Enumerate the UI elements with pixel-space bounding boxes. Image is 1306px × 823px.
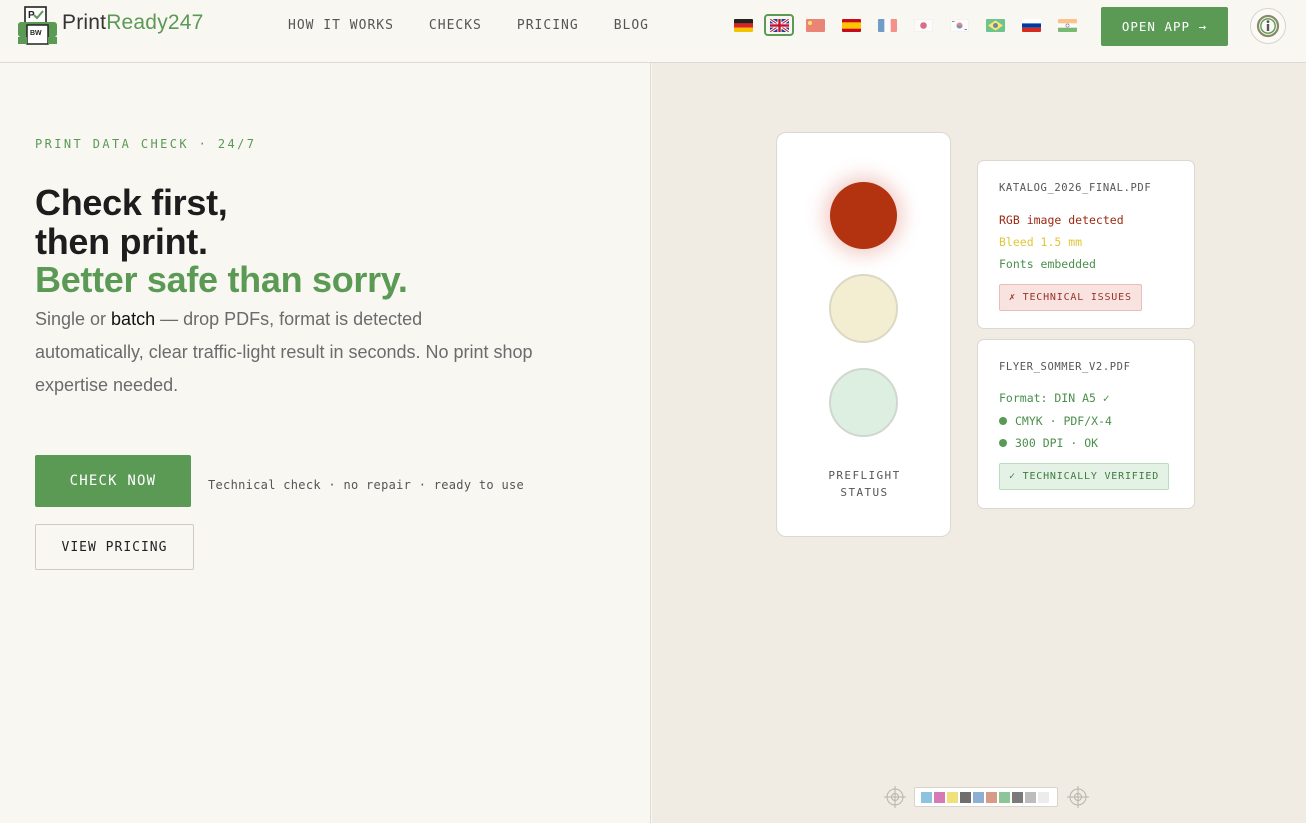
main-nav: HOW IT WORKS CHECKS PRICING BLOG [288,18,684,33]
lang-ru[interactable] [1016,14,1046,36]
preflight-status-label: PREFLIGHT STATUS [828,469,901,499]
registration-mark-icon [1067,786,1089,808]
status-dot-icon [999,439,1007,447]
file-name: FLYER_SOMMER_V2.PDF [999,361,1131,373]
color-swatch [1025,791,1036,803]
traffic-light-green [829,368,898,437]
color-swatch [921,791,932,803]
brand-logo[interactable]: P BW PrintReady247 [17,6,204,46]
file-card-katalog: KATALOG_2026_FINAL.PDF RGB image detecte… [977,160,1195,329]
file-name: KATALOG_2026_FINAL.PDF [999,182,1152,194]
traffic-light-yellow [829,274,898,343]
hero-title-line1: Check first, [35,182,228,223]
flag-es-icon [841,18,861,32]
lang-pt[interactable] [980,14,1010,36]
nav-blog[interactable]: BLOG [614,18,649,33]
color-swatch [934,791,945,803]
lang-es[interactable] [836,14,866,36]
file-card-flyer: FLYER_SOMMER_V2.PDF Format: DIN A5 ✓ CMY… [977,339,1195,509]
color-control-strip [914,787,1058,807]
file-issue-line: RGB image detected [999,213,1124,227]
file-ok-line: Format: DIN A5 ✓ [999,391,1110,405]
flag-kr-icon [949,18,969,32]
hero-title-line2: then print. [35,220,208,262]
color-swatch [999,791,1010,803]
view-pricing-button[interactable]: VIEW PRICING [35,524,194,570]
lang-de[interactable] [728,14,758,36]
flag-gb-icon [769,18,789,32]
preflight-illustration: PREFLIGHT STATUS KATALOG_2026_FINAL.PDF … [652,63,1306,823]
open-app-button[interactable]: OPEN APP → [1101,7,1228,46]
lang-ko[interactable] [944,14,974,36]
svg-text:BW: BW [30,30,42,37]
flag-jp-icon [913,18,933,32]
color-swatch [1012,791,1023,803]
language-switcher [728,14,1088,36]
registration-mark-icon [884,786,906,808]
hero-lead: Single or batch — drop PDFs, format is d… [35,309,533,395]
nav-checks[interactable]: CHECKS [429,18,482,33]
hero-eyebrow: PRINT DATA CHECK · 24/7 [35,137,257,151]
check-now-button[interactable]: CHECK NOW [35,455,191,507]
traffic-light-card: PREFLIGHT STATUS [776,132,951,537]
color-swatch [960,791,971,803]
flag-fr-icon [877,18,897,32]
flag-br-icon [985,18,1005,32]
traffic-light-red [830,182,897,249]
printer-logo-icon: P BW [17,6,58,46]
flag-in-icon [1057,18,1077,32]
lang-fr[interactable] [872,14,902,36]
lang-en[interactable] [764,14,794,36]
lang-zh[interactable] [800,14,830,36]
status-badge-issues: ✗ TECHNICAL ISSUES [999,284,1142,311]
file-ok-line: 300 DPI · OK [999,436,1098,450]
nav-pricing[interactable]: PRICING [517,18,579,33]
color-swatch [947,791,958,803]
color-swatch [986,791,997,803]
lang-ja[interactable] [908,14,938,36]
hero-title-line3: Better safe than sorry. [35,259,408,300]
status-badge-verified: ✓ TECHNICALLY VERIFIED [999,463,1170,490]
brand-name: PrintReady247 [62,11,204,34]
hero-section: PRINT DATA CHECK · 24/7 Check first, the… [0,63,651,823]
status-dot-icon [999,417,1007,425]
info-button[interactable] [1250,8,1286,44]
color-swatch [1038,791,1049,803]
color-swatch [973,791,984,803]
file-ok-line: CMYK · PDF/X-4 [999,414,1112,428]
info-icon [1256,14,1280,38]
hero-title: Check first, then print. Better safe tha… [35,182,408,300]
lead-batch-emphasis: batch [111,309,156,329]
file-warning-line: Bleed 1.5 mm [999,235,1083,249]
cta-note: Technical check · no repair · ready to u… [208,478,525,492]
file-ok-line: Fonts embedded [999,257,1096,271]
flag-ru-icon [1021,18,1041,32]
lang-hi[interactable] [1052,14,1082,36]
flag-cn-icon [805,18,825,32]
nav-how-it-works[interactable]: HOW IT WORKS [288,18,394,33]
site-header: P BW PrintReady247 HOW IT WORKS CHECKS P… [0,0,1306,63]
flag-de-icon [733,18,753,32]
